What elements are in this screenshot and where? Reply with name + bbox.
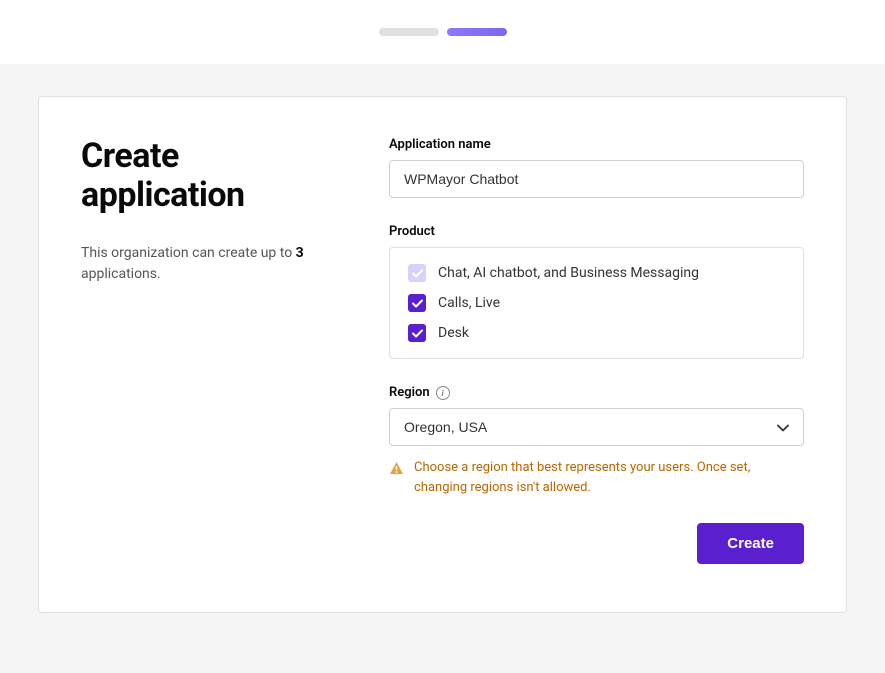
product-options: Chat, AI chatbot, and Business Messaging… [389, 247, 804, 359]
progress-steps [0, 0, 885, 64]
region-select[interactable]: Oregon, USA [389, 408, 804, 446]
product-option-chat: Chat, AI chatbot, and Business Messaging [408, 264, 785, 282]
warning-icon [389, 460, 404, 497]
product-option-label: Chat, AI chatbot, and Business Messaging [438, 265, 699, 281]
checkbox-desk[interactable] [408, 324, 426, 342]
page-subtitle: This organization can create up to 3 app… [81, 243, 341, 285]
product-option-calls[interactable]: Calls, Live [408, 294, 785, 312]
product-option-desk[interactable]: Desk [408, 324, 785, 342]
app-name-input[interactable] [389, 160, 804, 198]
checkmark-icon [412, 299, 423, 308]
info-icon[interactable]: i [436, 386, 450, 400]
product-option-label: Desk [438, 325, 469, 341]
progress-step-2 [447, 28, 507, 36]
create-button[interactable]: Create [697, 523, 804, 564]
checkbox-chat [408, 264, 426, 282]
create-application-card: Create application This organization can… [38, 96, 847, 613]
region-warning: Choose a region that best represents you… [389, 458, 804, 497]
app-name-label: Application name [389, 137, 804, 152]
product-label: Product [389, 224, 804, 239]
region-label: Region i [389, 385, 804, 400]
region-warning-text: Choose a region that best represents you… [414, 458, 804, 497]
checkmark-icon [412, 329, 423, 338]
product-option-label: Calls, Live [438, 295, 500, 311]
progress-step-1 [379, 28, 439, 36]
checkmark-icon [412, 269, 423, 278]
page-title: Create application [81, 137, 341, 215]
checkbox-calls[interactable] [408, 294, 426, 312]
chevron-down-icon [777, 419, 789, 435]
